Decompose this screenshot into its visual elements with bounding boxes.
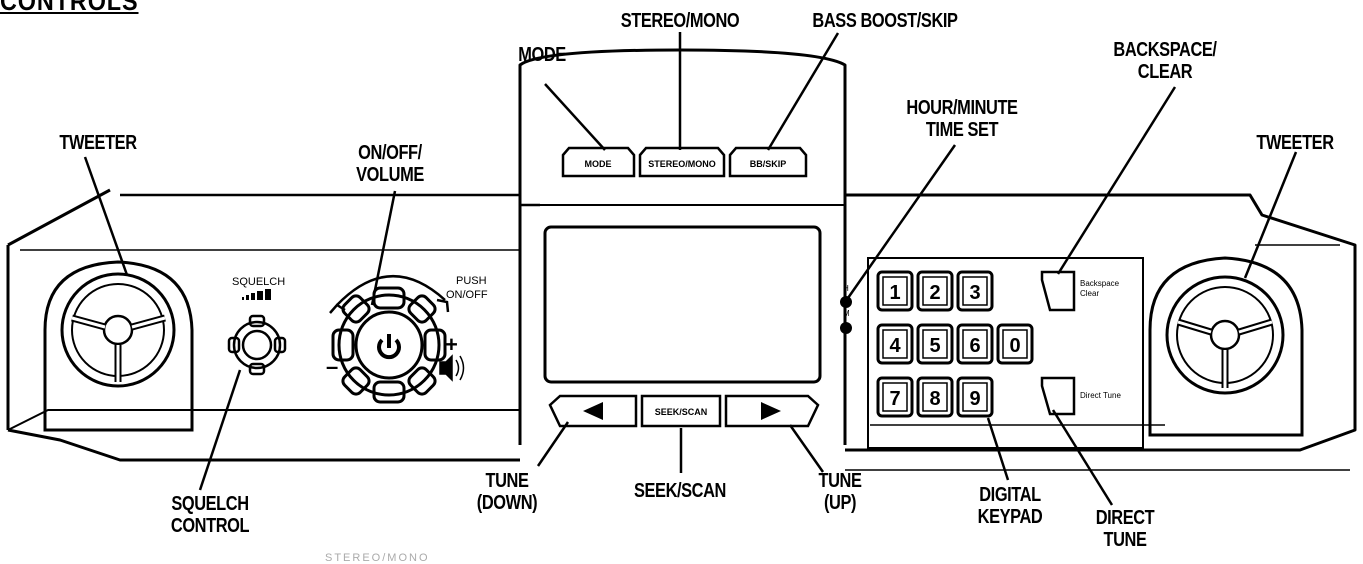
callout-bass-boost-skip: BASS BOOST/SKIP	[812, 10, 958, 32]
keypad-key-3[interactable]: 3	[956, 270, 994, 312]
keypad-key-label: 7	[889, 388, 900, 410]
direct-tune-button[interactable]	[1040, 376, 1076, 416]
onoff-panel-label: ON/OFF	[446, 289, 488, 301]
keypad-key-1[interactable]: 1	[876, 270, 914, 312]
bb-button-label: BB/SKIP	[750, 159, 787, 169]
keypad-key-5[interactable]: 5	[916, 323, 954, 365]
backspace-clear-button[interactable]	[1040, 270, 1076, 312]
callout-onoff-volume: ON/OFF/VOLUME	[356, 142, 424, 186]
callout-tweeter-right: TWEETER	[1256, 132, 1334, 154]
h-led	[840, 296, 852, 308]
squelch-panel-label: SQUELCH	[232, 276, 285, 288]
volume-minus-label: –	[326, 354, 338, 379]
keypad-key-0[interactable]: 0	[996, 323, 1034, 365]
callout-tune-up: TUNE (UP)	[818, 470, 862, 514]
keypad-key-7[interactable]: 7	[876, 376, 914, 418]
keypad-key-6[interactable]: 6	[956, 323, 994, 365]
tweeter-right	[1148, 256, 1304, 437]
keypad-key-label: 4	[889, 335, 901, 357]
volume-plus-label: +	[445, 332, 458, 357]
left-triangle-icon	[583, 402, 603, 420]
keypad-key-label: 2	[929, 282, 940, 304]
callout-mode: MODE	[518, 44, 566, 66]
callout-seek-scan: SEEK/SCAN	[633, 480, 726, 502]
callout-tweeter-left: TWEETER	[59, 132, 137, 154]
keypad-key-label: 6	[969, 335, 980, 357]
seek-button-label: SEEK/SCAN	[655, 407, 708, 417]
keypad-key-label: 5	[929, 335, 940, 357]
keypad-key-9[interactable]: 9	[956, 376, 994, 418]
keypad-key-8[interactable]: 8	[916, 376, 954, 418]
keypad-key-label: 8	[929, 388, 940, 410]
right-triangle-icon	[761, 402, 781, 420]
m-led-label: M	[843, 309, 850, 318]
backspace-panel-label: Backspace	[1080, 279, 1120, 288]
callout-hour-minute: HOUR/MINUTE TIME SET	[906, 97, 1018, 141]
callout-stereo-mono: STEREO/MONO	[620, 10, 740, 32]
push-panel-label: PUSH	[456, 275, 487, 287]
squelch-level-icon	[242, 289, 271, 300]
tweeter-left	[43, 260, 194, 432]
radio-panel-diagram: – + SQUELCH PUSH ON/OFF MODE STEREO/MONO…	[6, 32, 1357, 506]
callout-direct-tune: DIRECT TUNE	[1095, 507, 1155, 551]
digital-keypad: 1 2 3 4 5 6 0 7 8 9	[876, 270, 1034, 418]
keypad-key-label: 3	[969, 282, 980, 304]
stereo-button-label: STEREO/MONO	[648, 159, 716, 169]
keypad-key-2[interactable]: 2	[916, 270, 954, 312]
callout-backspace-clear: BACKSPACE/CLEAR	[1113, 39, 1217, 83]
keypad-key-4[interactable]: 4	[876, 323, 914, 365]
keypad-key-label: 0	[1009, 335, 1020, 357]
squelch-knob[interactable]	[227, 314, 287, 376]
h-led-label: H	[843, 284, 849, 293]
callout-digital-keypad: DIGITAL KEYPAD	[977, 484, 1043, 528]
leader-lines	[83, 32, 1298, 506]
m-led	[840, 322, 852, 334]
direct-tune-panel-label: Direct Tune	[1080, 391, 1121, 400]
cut-off-caption: STEREO/MONO	[325, 552, 430, 564]
callout-squelch-control: SQUELCH CONTROL	[170, 493, 250, 537]
display-screen	[543, 225, 822, 384]
keypad-key-label: 1	[889, 282, 900, 304]
callout-tune-down: TUNE (DOWN)	[476, 470, 538, 514]
keypad-key-label: 9	[969, 388, 980, 410]
power-icon	[377, 334, 401, 360]
mode-button-label: MODE	[585, 159, 612, 169]
clear-panel-label: Clear	[1080, 289, 1099, 298]
